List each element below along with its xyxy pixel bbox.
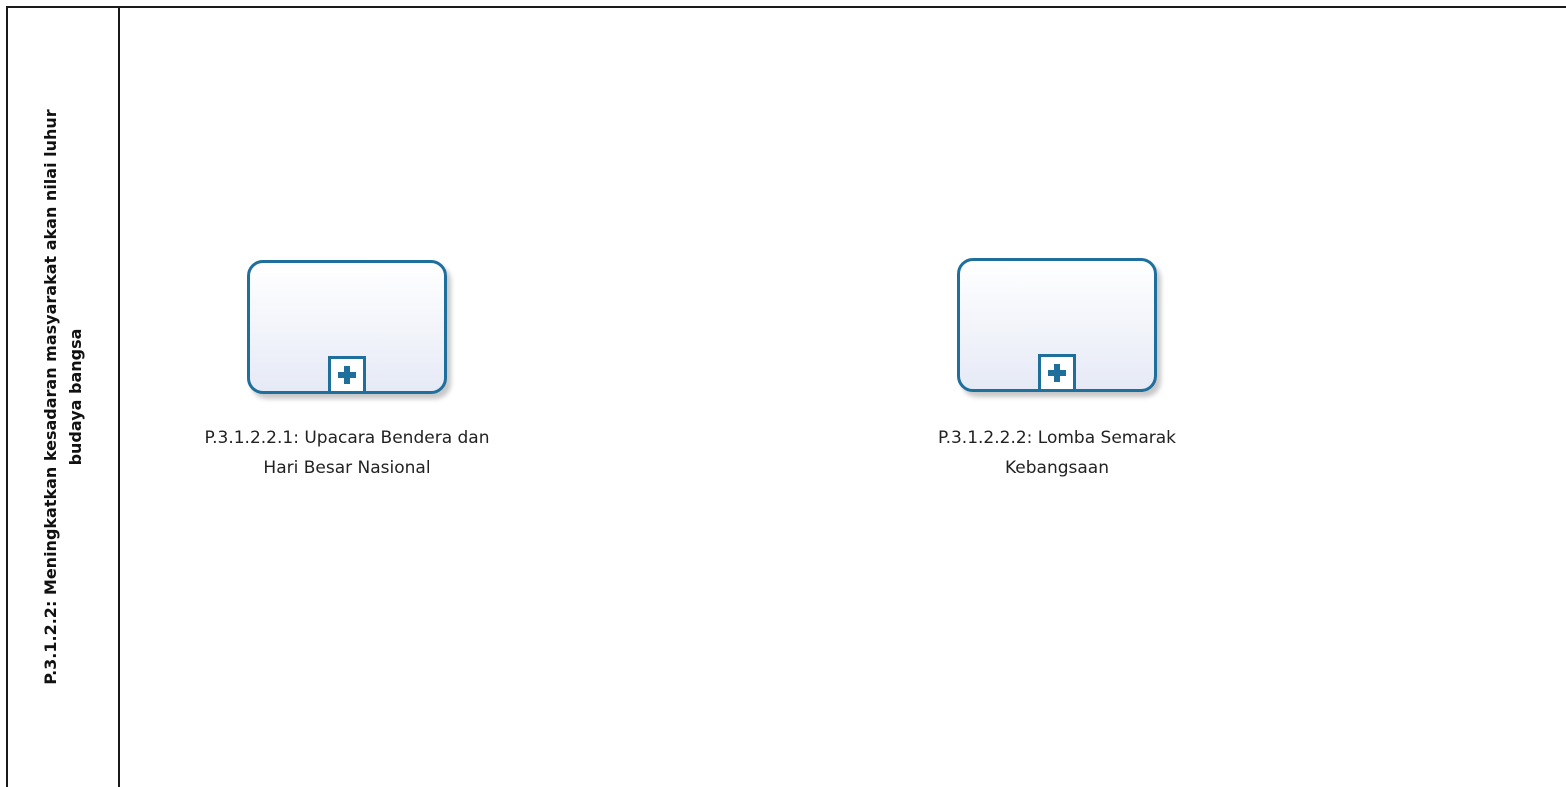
- pool: [6, 6, 1566, 787]
- lane-label-line-2: budaya bangsa: [66, 328, 85, 466]
- lane-label-line-1: P.3.1.2.2: Meningkatkan kesadaran masyar…: [41, 109, 60, 685]
- subprocess-task-2[interactable]: [957, 258, 1157, 392]
- task-label-1-line-1: P.3.1.2.2.1: Upacara Bendera dan: [204, 428, 490, 448]
- expand-subprocess-button[interactable]: [328, 356, 366, 394]
- task-label-2: P.3.1.2.2.2: Lomba Semarak Kebangsaan: [867, 423, 1247, 483]
- plus-icon: [1048, 364, 1066, 382]
- lane-label: P.3.1.2.2: Meningkatkan kesadaran masyar…: [38, 27, 88, 767]
- task-label-2-line-2: Kebangsaan: [1004, 458, 1109, 478]
- bpmn-canvas: P.3.1.2.2: Meningkatkan kesadaran masyar…: [0, 0, 1566, 787]
- task-label-1: P.3.1.2.2.1: Upacara Bendera dan Hari Be…: [157, 423, 537, 483]
- task-label-2-line-1: P.3.1.2.2.2: Lomba Semarak: [937, 428, 1177, 448]
- expand-subprocess-button[interactable]: [1038, 354, 1076, 392]
- subprocess-task-1[interactable]: [247, 260, 447, 394]
- plus-icon: [338, 366, 356, 384]
- task-label-1-line-2: Hari Besar Nasional: [263, 458, 431, 478]
